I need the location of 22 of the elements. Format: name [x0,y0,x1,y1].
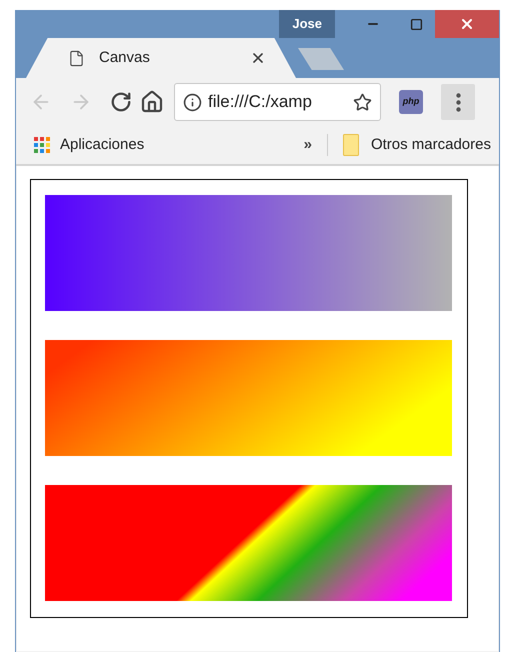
info-icon [183,92,202,112]
close-window-button[interactable] [435,10,499,38]
bookmarks-overflow-button[interactable]: » [304,134,312,156]
menu-button[interactable] [441,84,475,120]
close-tab-icon [250,50,266,66]
apps-bookmark[interactable]: Aplicaciones [60,134,144,156]
address-bar[interactable]: file:///C:/xamp [174,83,381,121]
apps-grid-icon [34,137,50,153]
reload-icon[interactable] [110,91,132,113]
profile-name[interactable]: Jose [279,10,335,38]
menu-icon [456,92,460,112]
maximize-icon [410,18,422,30]
bookmark-star-icon [353,92,372,112]
close-icon [459,16,475,32]
extension-button[interactable]: php [399,90,423,114]
url-text: file:///C:/xamp [208,91,313,114]
folder-icon [342,134,359,156]
browser-tab[interactable]: Canvas [26,38,296,78]
home-icon[interactable] [140,90,164,114]
page-icon [68,50,85,66]
other-bookmarks-folder[interactable]: Otros marcadores [370,134,491,156]
tab-title: Canvas [99,48,151,68]
